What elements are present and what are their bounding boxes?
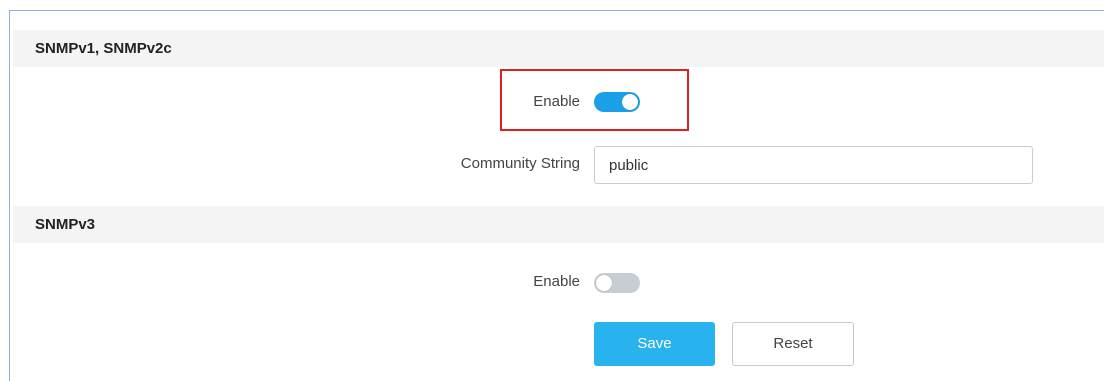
- reset-button[interactable]: Reset: [732, 322, 854, 366]
- community-string-label: Community String: [460, 155, 580, 172]
- section-title: SNMPv3: [35, 216, 96, 233]
- save-button[interactable]: Save: [594, 322, 715, 366]
- section-title: SNMPv1, SNMPv2c: [35, 40, 172, 57]
- toggle-knob: [596, 275, 612, 291]
- snmpv3-enable-toggle[interactable]: [594, 273, 640, 293]
- snmpv3-enable-label: Enable: [533, 273, 580, 290]
- highlight-box: [500, 69, 689, 131]
- section-header-snmpv1-v2c: SNMPv1, SNMPv2c: [13, 30, 1104, 67]
- section-header-snmpv3: SNMPv3: [13, 206, 1104, 243]
- community-string-input[interactable]: [594, 146, 1033, 184]
